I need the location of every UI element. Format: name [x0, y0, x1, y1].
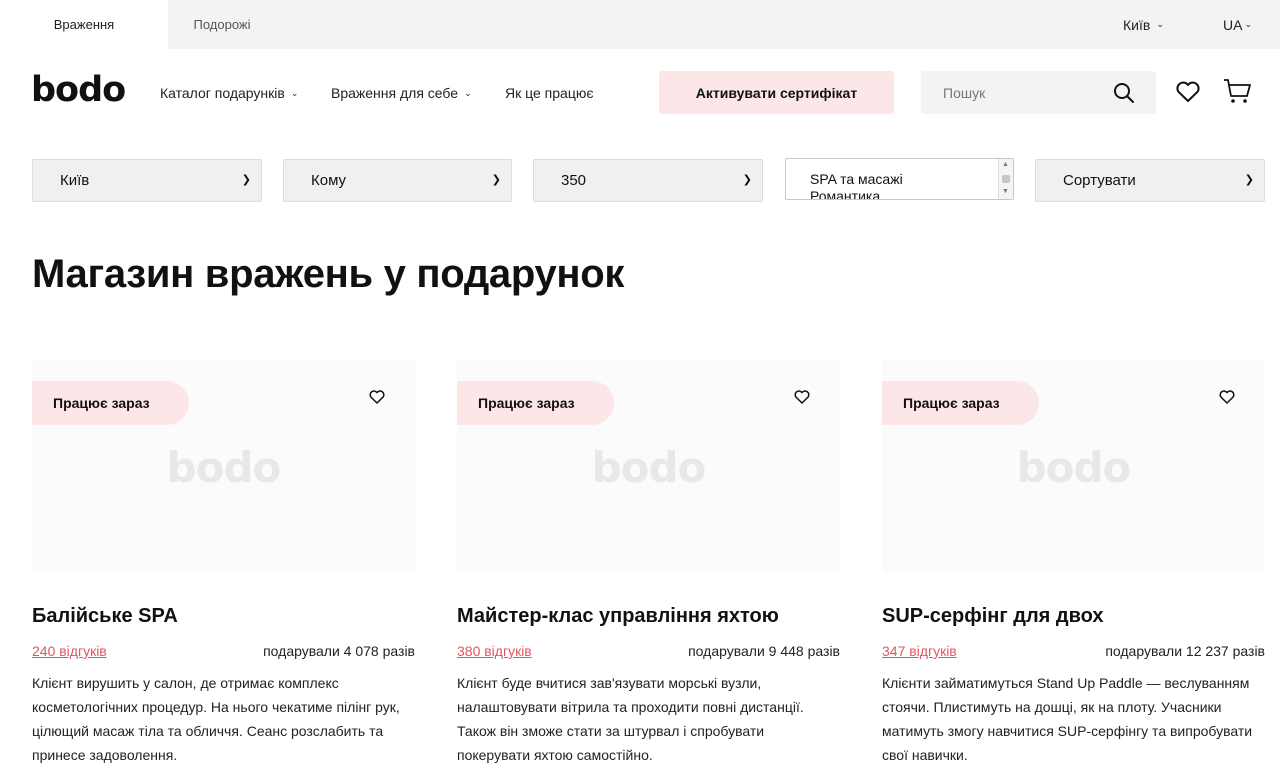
nav-how-it-works[interactable]: Як це працює [505, 84, 593, 102]
nav-item-label: Як це працює [505, 85, 594, 101]
filter-price-value: 350 [561, 172, 587, 189]
nav-item-label: Враження для себе [331, 85, 459, 101]
nav-item-label: Каталог подарунків [160, 85, 285, 101]
card-title[interactable]: SUP-серфінг для двох [882, 604, 1103, 628]
gifted-count: подарували 9 448 разів [688, 643, 840, 659]
activate-certificate-button[interactable]: Активувати сертифікат [659, 71, 894, 114]
card-description: Клієнт вирушить у салон, де отримає комп… [32, 675, 400, 763]
gifted-count: подарували 4 078 разів [263, 643, 415, 659]
gifted-count: подарували 12 237 разів [1105, 643, 1265, 659]
city-selector[interactable]: Київ ⌄ [1123, 0, 1164, 49]
reviews-link[interactable]: 380 відгуків [457, 643, 532, 659]
page-title: Магазин вражень у подарунок [32, 252, 625, 296]
scroll-down-icon[interactable]: ▼ [1002, 188, 1009, 195]
chevron-down-icon: ⌄ [290, 88, 299, 98]
top-bar: Враження Подорожі Київ ⌄ UA ⌄ [0, 0, 1280, 49]
card-image-placeholder-logo: bodo [1016, 443, 1132, 492]
tab-experiences[interactable]: Враження [0, 0, 168, 49]
chevron-down-icon: ⌄ [464, 88, 472, 98]
heart-icon[interactable] [1219, 389, 1235, 405]
status-badge: Працює зараз [457, 381, 614, 425]
language-selector[interactable]: UA ⌄ [1223, 0, 1252, 49]
filter-category-multiselect[interactable]: SPA та масажі Романтика ▲ ▼ [785, 158, 1014, 200]
filter-recipient-value: Кому [311, 172, 347, 189]
card-image-placeholder-logo: bodo [591, 443, 707, 492]
filter-sort[interactable]: Сортувати ❯ [1035, 159, 1265, 202]
chevron-down-icon: ❯ [1244, 174, 1254, 186]
card-image-placeholder-logo: bodo [166, 443, 282, 492]
filter-city[interactable]: Київ ❯ [32, 159, 262, 202]
filter-recipient[interactable]: Кому ❯ [283, 159, 512, 202]
heart-icon[interactable] [794, 389, 810, 405]
cart-icon[interactable] [1222, 77, 1252, 105]
card-description: Клієнти займатимуться Stand Up Paddle — … [882, 675, 1253, 763]
card-image[interactable]: bodo Працює зараз [882, 360, 1265, 573]
filter-city-value: Київ [60, 172, 90, 189]
nav-experiences-for-self[interactable]: Враження для себе ⌄ [331, 84, 472, 102]
search-box [921, 71, 1156, 114]
filter-price[interactable]: 350 ❯ [533, 159, 763, 202]
filter-sort-value: Сортувати [1063, 172, 1136, 189]
nav-gift-catalog[interactable]: Каталог подарунків ⌄ [160, 84, 298, 102]
search-icon[interactable] [1113, 82, 1135, 104]
chevron-down-icon: ❯ [241, 174, 251, 186]
logo[interactable]: bodo [31, 70, 126, 110]
city-selector-label: Київ [1123, 16, 1151, 33]
reviews-link[interactable]: 240 відгуків [32, 643, 107, 659]
search-input[interactable] [921, 71, 1091, 114]
heart-icon[interactable] [1175, 80, 1201, 104]
tab-travel[interactable]: Подорожі [168, 0, 276, 49]
category-option[interactable]: SPA та масажі [810, 171, 903, 187]
card-description: Клієнт буде вчитися зав'язувати морські … [457, 675, 804, 763]
scrollbar[interactable]: ▲ ▼ [998, 159, 1013, 199]
reviews-link[interactable]: 347 відгуків [882, 643, 957, 659]
chevron-down-icon: ❯ [742, 174, 752, 186]
chevron-down-icon: ⌄ [1156, 19, 1164, 29]
card-title[interactable]: Майстер-клас управління яхтою [457, 604, 779, 628]
card-title[interactable]: Балійське SPA [32, 604, 178, 628]
chevron-down-icon: ❯ [491, 174, 501, 186]
status-badge: Працює зараз [882, 381, 1039, 425]
chevron-down-icon: ⌄ [1244, 19, 1252, 29]
language-selector-label: UA [1223, 16, 1243, 33]
status-badge: Працює зараз [32, 381, 189, 425]
heart-icon[interactable] [369, 389, 385, 405]
scrollbar-thumb[interactable] [1002, 175, 1010, 183]
scroll-up-icon[interactable]: ▲ [1002, 161, 1009, 168]
card-image[interactable]: bodo Працює зараз [457, 360, 840, 573]
card-image[interactable]: bodo Працює зараз [32, 360, 415, 573]
category-option[interactable]: Романтика [810, 188, 880, 199]
